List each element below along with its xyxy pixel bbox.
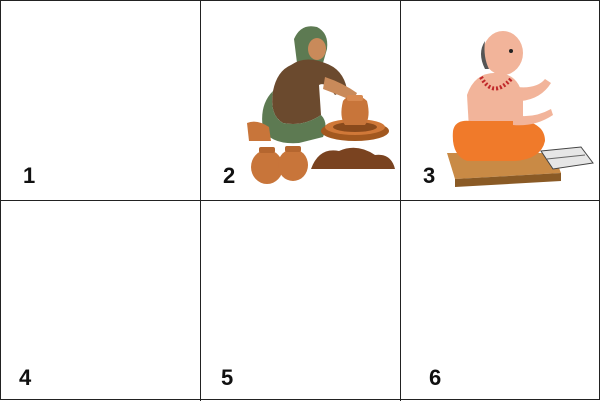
grid-cell-2[interactable]: 2	[201, 1, 401, 201]
cell-number: 5	[221, 365, 234, 390]
potter-woman-at-wheel-icon	[247, 26, 395, 184]
cell-number: 1	[23, 163, 36, 188]
cell-number: 6	[429, 365, 442, 390]
grid-cell-3[interactable]: 3	[401, 1, 600, 201]
grid-cell-4[interactable]: 4	[1, 201, 201, 401]
grid-cell-1[interactable]: 1	[1, 1, 201, 201]
grid-cell-5[interactable]: 5	[201, 201, 401, 401]
cell-number: 2	[223, 163, 236, 188]
cell-number: 4	[19, 365, 32, 390]
grid-cell-6[interactable]: 6	[401, 201, 600, 401]
puzzle-grid: 1 2 3 4 5 6	[0, 0, 600, 401]
cell-number: 3	[423, 163, 436, 188]
priest-teaching-icon	[447, 31, 594, 187]
